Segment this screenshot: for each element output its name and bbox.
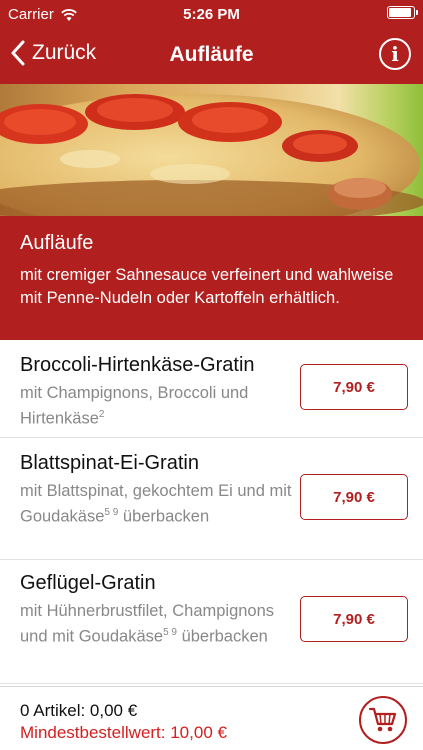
menu-item-description: mit Blattspinat, gekochtem Ei und mit Go…	[20, 482, 292, 526]
menu-item-description: mit Hühnerbrustfilet, Champignons und mi…	[20, 602, 275, 646]
status-right	[387, 6, 418, 19]
menu-item: Broccoli-Hirtenkäse-Gratin mit Champigno…	[0, 340, 423, 438]
clock: 5:26 PM	[183, 6, 240, 23]
menu-item-list: Broccoli-Hirtenkäse-Gratin mit Champigno…	[0, 340, 423, 684]
menu-item: Blattspinat-Ei-Gratin mit Blattspinat, g…	[0, 438, 423, 560]
category-header: Aufläufe mit cremiger Sahnesauce verfein…	[0, 216, 423, 340]
add-to-cart-price-button[interactable]: 7,90 €	[300, 364, 408, 410]
info-icon: i	[391, 42, 399, 66]
cart-button[interactable]	[359, 696, 407, 744]
add-to-cart-price-button[interactable]: 7,90 €	[300, 596, 408, 642]
cart-summary-bar: 0 Artikel: 0,00 € Mindestbestellwert: 10…	[0, 686, 423, 750]
category-hero-image	[0, 84, 423, 216]
page-title: Aufläufe	[169, 43, 254, 66]
info-button[interactable]: i	[379, 38, 411, 70]
cart-item-count: 0 Artikel: 0,00 €	[20, 701, 138, 720]
menu-item-name: Blattspinat-Ei-Gratin	[20, 452, 199, 474]
navigation-bar: Zurück Aufläufe i	[0, 30, 423, 84]
menu-item-description: mit Champignons, Broccoli und Hirtenkäse…	[20, 384, 249, 428]
gratin-illustration	[0, 94, 423, 216]
cart-icon	[368, 707, 397, 732]
minimum-order-value: Mindestbestellwert: 10,00 €	[20, 723, 227, 742]
menu-item-name: Geflügel-Gratin	[20, 572, 156, 594]
battery-icon	[387, 6, 418, 19]
add-to-cart-price-button[interactable]: 7,90 €	[300, 474, 408, 520]
category-title: Aufläufe	[20, 232, 94, 254]
status-bar: Carrier 5:26 PM	[0, 0, 423, 30]
category-description: mit cremiger Sahnesauce verfeinert und w…	[20, 266, 394, 307]
menu-item: Geflügel-Gratin mit Hühnerbrustfilet, Ch…	[0, 560, 423, 684]
